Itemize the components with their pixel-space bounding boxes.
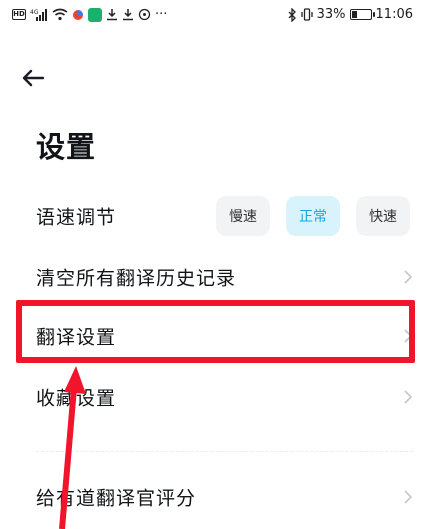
clock: 11:06 xyxy=(375,7,413,22)
clear-history-row[interactable]: 清空所有翻译历史记录 xyxy=(0,252,427,302)
colorful-app-icon xyxy=(72,9,84,21)
back-button[interactable] xyxy=(22,60,58,96)
status-right: 33% 11:06 xyxy=(288,7,413,22)
network-type-text: 4G xyxy=(30,9,39,16)
download-icon xyxy=(106,8,118,21)
chevron-right-icon xyxy=(404,490,413,504)
more-notifications: ··· xyxy=(155,7,168,22)
download-icon-2 xyxy=(122,8,134,21)
favorites-settings-label: 收藏设置 xyxy=(36,387,117,410)
clear-history-label: 清空所有翻译历史记录 xyxy=(36,267,237,290)
speed-slow-button[interactable]: 慢速 xyxy=(216,196,270,236)
favorites-settings-row[interactable]: 收藏设置 xyxy=(0,372,427,422)
speed-normal-button[interactable]: 正常 xyxy=(286,196,340,236)
arrow-left-icon xyxy=(22,69,44,87)
location-icon xyxy=(138,8,151,21)
chevron-right-icon xyxy=(404,390,413,404)
page-title: 设置 xyxy=(36,130,97,164)
rate-app-label: 给有道翻译官评分 xyxy=(36,487,197,510)
status-bar: HD 4G ··· 33% 11:06 xyxy=(0,0,427,32)
signal-icon: 4G xyxy=(30,8,48,22)
battery-icon xyxy=(349,9,375,20)
speech-rate-label: 语速调节 xyxy=(36,206,117,229)
app-notification-icon xyxy=(88,7,102,22)
annotation-highlight-box xyxy=(16,300,415,363)
chevron-right-icon xyxy=(404,270,413,284)
battery-percent: 33% xyxy=(316,7,346,22)
wifi-icon xyxy=(52,8,68,21)
status-left: HD 4G ··· xyxy=(12,7,167,22)
vibrate-icon xyxy=(300,8,313,21)
hd-icon: HD xyxy=(12,9,26,20)
bluetooth-icon xyxy=(288,7,297,22)
rate-app-row[interactable]: 给有道翻译官评分 xyxy=(0,472,427,522)
section-divider xyxy=(36,451,413,452)
battery-level-fill xyxy=(351,11,358,18)
speed-fast-button[interactable]: 快速 xyxy=(356,196,410,236)
